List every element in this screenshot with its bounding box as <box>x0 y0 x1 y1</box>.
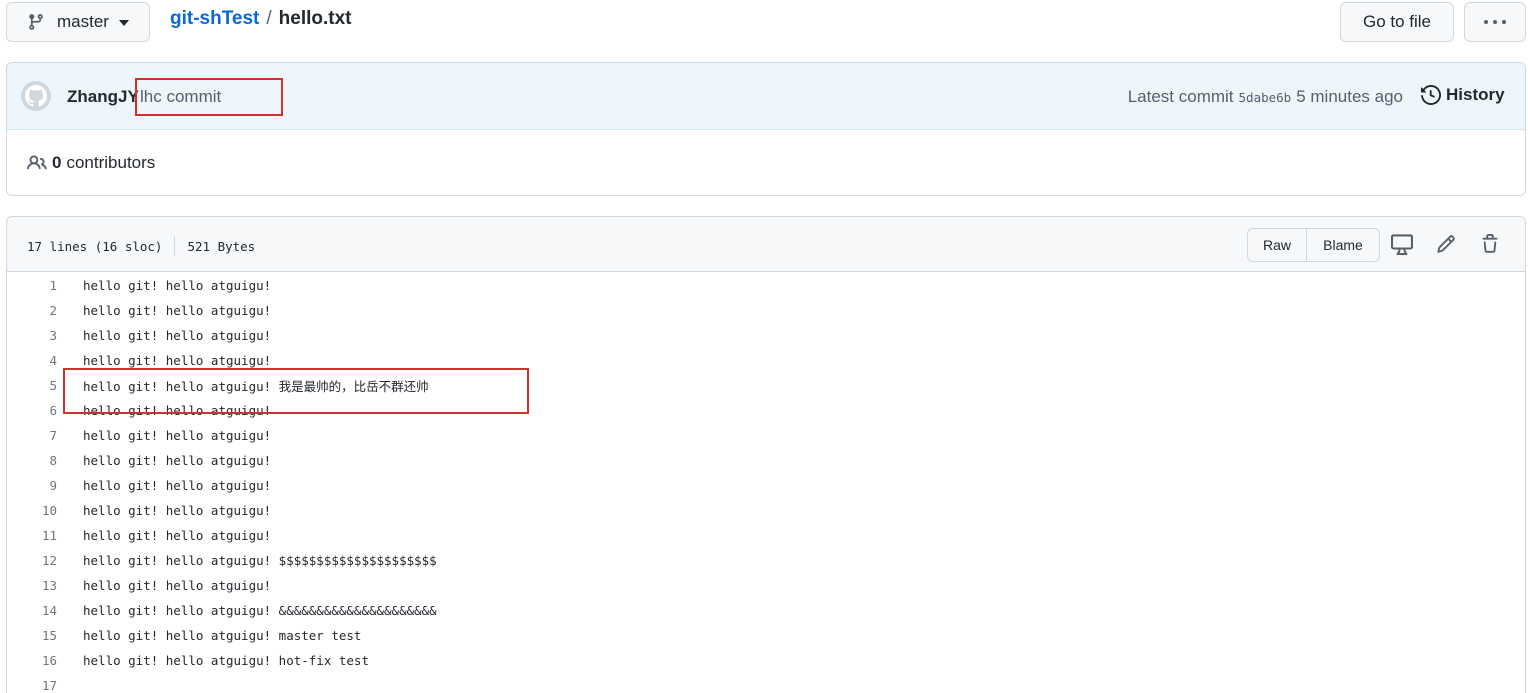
commit-author[interactable]: ZhangJY <box>67 87 139 107</box>
line-number[interactable]: 2 <box>7 303 57 318</box>
branch-name: master <box>57 12 109 31</box>
desktop-icon[interactable] <box>1390 232 1414 256</box>
annotation-box-line-5 <box>63 368 529 414</box>
line-content: hello git! hello atguigu! <box>83 478 272 493</box>
file-header: 17 lines (16 sloc) 521 Bytes Raw Blame <box>7 217 1525 272</box>
file-size: 521 Bytes <box>187 238 256 254</box>
breadcrumb: git-shTest / hello.txt <box>170 8 352 30</box>
code-line: 13 hello git! hello atguigu! <box>7 573 1525 598</box>
breadcrumb-separator: / <box>266 8 272 29</box>
line-content: hello git! hello atguigu! <box>83 453 272 468</box>
line-content: hello git! hello atguigu! <box>83 328 272 343</box>
code-line: 3 hello git! hello atguigu! <box>7 323 1525 348</box>
line-number[interactable]: 7 <box>7 428 57 443</box>
line-number[interactable]: 6 <box>7 403 57 418</box>
line-count: 17 lines (16 sloc) <box>27 238 163 254</box>
line-content: hello git! hello atguigu! <box>83 528 272 543</box>
contributors-count: 0 <box>52 153 62 172</box>
line-number[interactable]: 9 <box>7 478 57 493</box>
github-octocat-icon <box>25 85 47 107</box>
code-line: 17 <box>7 673 1525 693</box>
code-line: 15 hello git! hello atguigu! master test <box>7 623 1525 648</box>
code-line: 9 hello git! hello atguigu! <box>7 473 1525 498</box>
kebab-dot-icon <box>1484 20 1488 24</box>
branch-select-button[interactable]: master <box>6 2 150 42</box>
code-line: 11 hello git! hello atguigu! <box>7 523 1525 548</box>
code-line: 14 hello git! hello atguigu! &&&&&&&&&&&&… <box>7 598 1525 623</box>
line-number[interactable]: 13 <box>7 578 57 593</box>
line-number[interactable]: 14 <box>7 603 57 618</box>
commit-meta: Latest commit 5dabe6b 5 minutes ago <box>1128 87 1403 107</box>
code-line: 1 hello git! hello atguigu! <box>7 273 1525 298</box>
file-info: 17 lines (16 sloc) 521 Bytes <box>27 236 255 256</box>
line-content: hello git! hello atguigu! master test <box>83 628 362 643</box>
divider <box>174 236 176 256</box>
contributors-label[interactable]: contributors <box>66 153 155 173</box>
code-line: 12 hello git! hello atguigu! $$$$$$$$$$$$… <box>7 548 1525 573</box>
line-content: hello git! hello atguigu! <box>83 303 272 318</box>
code-line: 10 hello git! hello atguigu! <box>7 498 1525 523</box>
blame-button[interactable]: Blame <box>1307 229 1379 261</box>
line-content: hello git! hello atguigu! <box>83 503 272 518</box>
go-to-file-button[interactable]: Go to file <box>1340 2 1454 42</box>
file-viewer: 17 lines (16 sloc) 521 Bytes Raw Blame 1… <box>6 216 1526 693</box>
more-options-button[interactable] <box>1464 2 1526 42</box>
trash-icon[interactable] <box>1478 232 1502 256</box>
avatar[interactable] <box>21 81 51 111</box>
file-actions-group: Raw Blame <box>1247 228 1380 262</box>
history-label: History <box>1446 85 1505 104</box>
pencil-icon[interactable] <box>1434 232 1458 256</box>
line-number[interactable]: 15 <box>7 628 57 643</box>
code-listing: 1 hello git! hello atguigu! 2 hello git! he… <box>7 273 1525 693</box>
raw-button[interactable]: Raw <box>1248 229 1307 261</box>
latest-commit-label: Latest commit <box>1127 87 1234 106</box>
code-line: 16 hello git! hello atguigu! hot-fix test <box>7 648 1525 673</box>
kebab-dot-icon <box>1502 20 1506 24</box>
annotation-box-commit-message <box>135 78 283 116</box>
line-content: hello git! hello atguigu! $$$$$$$$$$$$$$… <box>83 553 437 568</box>
line-number[interactable]: 3 <box>7 328 57 343</box>
line-number[interactable]: 12 <box>7 553 57 568</box>
line-content: hello git! hello atguigu! hot-fix test <box>83 653 369 668</box>
repo-link[interactable]: git-shTest <box>170 8 259 30</box>
history-icon <box>1421 85 1441 105</box>
line-content: hello git! hello atguigu! <box>83 428 272 443</box>
chevron-down-icon <box>118 20 129 26</box>
line-number[interactable]: 4 <box>7 353 57 368</box>
line-content: hello git! hello atguigu! &&&&&&&&&&&&&&… <box>83 603 437 618</box>
line-number[interactable]: 17 <box>7 678 57 693</box>
commit-time: 5 minutes ago <box>1296 87 1403 106</box>
line-content: hello git! hello atguigu! <box>83 578 272 593</box>
contributors-row: 0 contributors <box>7 130 1525 195</box>
line-number[interactable]: 10 <box>7 503 57 518</box>
code-line: 7 hello git! hello atguigu! <box>7 423 1525 448</box>
kebab-dot-icon <box>1493 20 1497 24</box>
line-number[interactable]: 11 <box>7 528 57 543</box>
commit-sha-link[interactable]: 5dabe6b <box>1239 90 1292 105</box>
line-number[interactable]: 8 <box>7 453 57 468</box>
code-line: 8 hello git! hello atguigu! <box>7 448 1525 473</box>
line-number[interactable]: 1 <box>7 278 57 293</box>
line-number[interactable]: 5 <box>7 378 57 393</box>
people-icon <box>27 155 47 170</box>
file-name: hello.txt <box>278 8 352 29</box>
line-content: hello git! hello atguigu! <box>83 353 272 368</box>
code-line: 2 hello git! hello atguigu! <box>7 298 1525 323</box>
file-navigation: master git-shTest / hello.txt Go to file <box>0 0 1528 44</box>
git-branch-icon <box>29 14 43 30</box>
line-content: hello git! hello atguigu! <box>83 278 272 293</box>
line-number[interactable]: 16 <box>7 653 57 668</box>
history-link[interactable]: History <box>1421 85 1505 105</box>
